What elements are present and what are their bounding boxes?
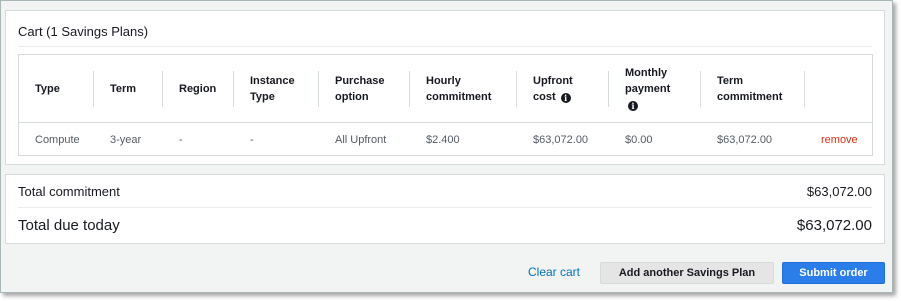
cell-term: 3-year: [110, 134, 142, 146]
total-due-label: Total due today: [18, 217, 120, 234]
column-header-monthly-payment: Monthly payment i: [609, 55, 701, 123]
column-header-label: Hourly: [426, 75, 461, 87]
divider: [18, 46, 872, 47]
column-header-label: Purchase: [335, 75, 385, 87]
info-icon[interactable]: i: [560, 93, 571, 103]
cart-title: Cart (1 Savings Plans): [18, 24, 149, 39]
column-header-label: payment: [625, 83, 671, 95]
cell-purchase-option: All Upfront: [335, 134, 387, 146]
column-header-label: Type: [35, 83, 60, 95]
cart-table: Type Term Region Instance Type Purchase …: [18, 54, 873, 156]
column-header-region: Region: [163, 55, 234, 123]
column-header-label: option: [335, 91, 369, 103]
column-header-label: cost: [533, 91, 556, 103]
column-header-type: Type: [19, 55, 94, 123]
column-header-label: Monthly: [625, 67, 668, 79]
column-header-hourly-commitment: Hourly commitment: [410, 55, 517, 123]
total-due-value: $63,072.00: [796, 217, 872, 234]
column-header-term: Term: [94, 55, 163, 123]
submit-order-button[interactable]: Submit order: [782, 262, 885, 284]
column-header-label: Term: [717, 75, 744, 87]
add-savings-plan-button[interactable]: Add another Savings Plan: [600, 262, 774, 284]
column-header-label: Term: [110, 83, 137, 95]
column-header-purchase-option: Purchase option: [319, 55, 410, 123]
column-header-label: commitment: [426, 91, 492, 103]
total-commitment-label: Total commitment: [18, 184, 120, 199]
cell-region: -: [179, 134, 183, 146]
column-header-instance-type: Instance Type: [234, 55, 319, 123]
total-commitment-value: $63,072.00: [806, 184, 872, 199]
cell-type: Compute: [35, 134, 80, 146]
cell-instance-type: -: [250, 134, 254, 146]
column-header-upfront-cost: Upfront cost i: [517, 55, 609, 123]
cell-upfront-cost: $63,072.00: [533, 134, 589, 146]
column-header-label: Upfront: [533, 75, 573, 87]
cell-hourly-commitment: $2.400: [426, 134, 460, 146]
checkout-frame: Cart (1 Savings Plans) Type Term Region: [0, 0, 893, 293]
column-header-term-commitment: Term commitment: [701, 55, 805, 123]
cart-panel: Cart (1 Savings Plans) Type Term Region: [5, 10, 885, 165]
divider: [18, 207, 872, 208]
column-header-label: Instance: [250, 75, 295, 87]
info-icon[interactable]: i: [628, 101, 638, 111]
cell-term-commitment: $63,072.00: [717, 134, 773, 146]
totals-panel: Total commitment $63,072.00 Total due to…: [5, 174, 885, 244]
column-header-label: Region: [179, 83, 217, 95]
column-header-label: Type: [250, 91, 275, 103]
remove-link[interactable]: remove: [805, 124, 858, 156]
column-header-label: commitment: [717, 91, 783, 103]
cell-monthly-payment: $0.00: [625, 134, 653, 146]
table-header: Type Term Region Instance Type Purchase …: [19, 55, 872, 123]
clear-cart-link[interactable]: Clear cart: [528, 265, 580, 279]
